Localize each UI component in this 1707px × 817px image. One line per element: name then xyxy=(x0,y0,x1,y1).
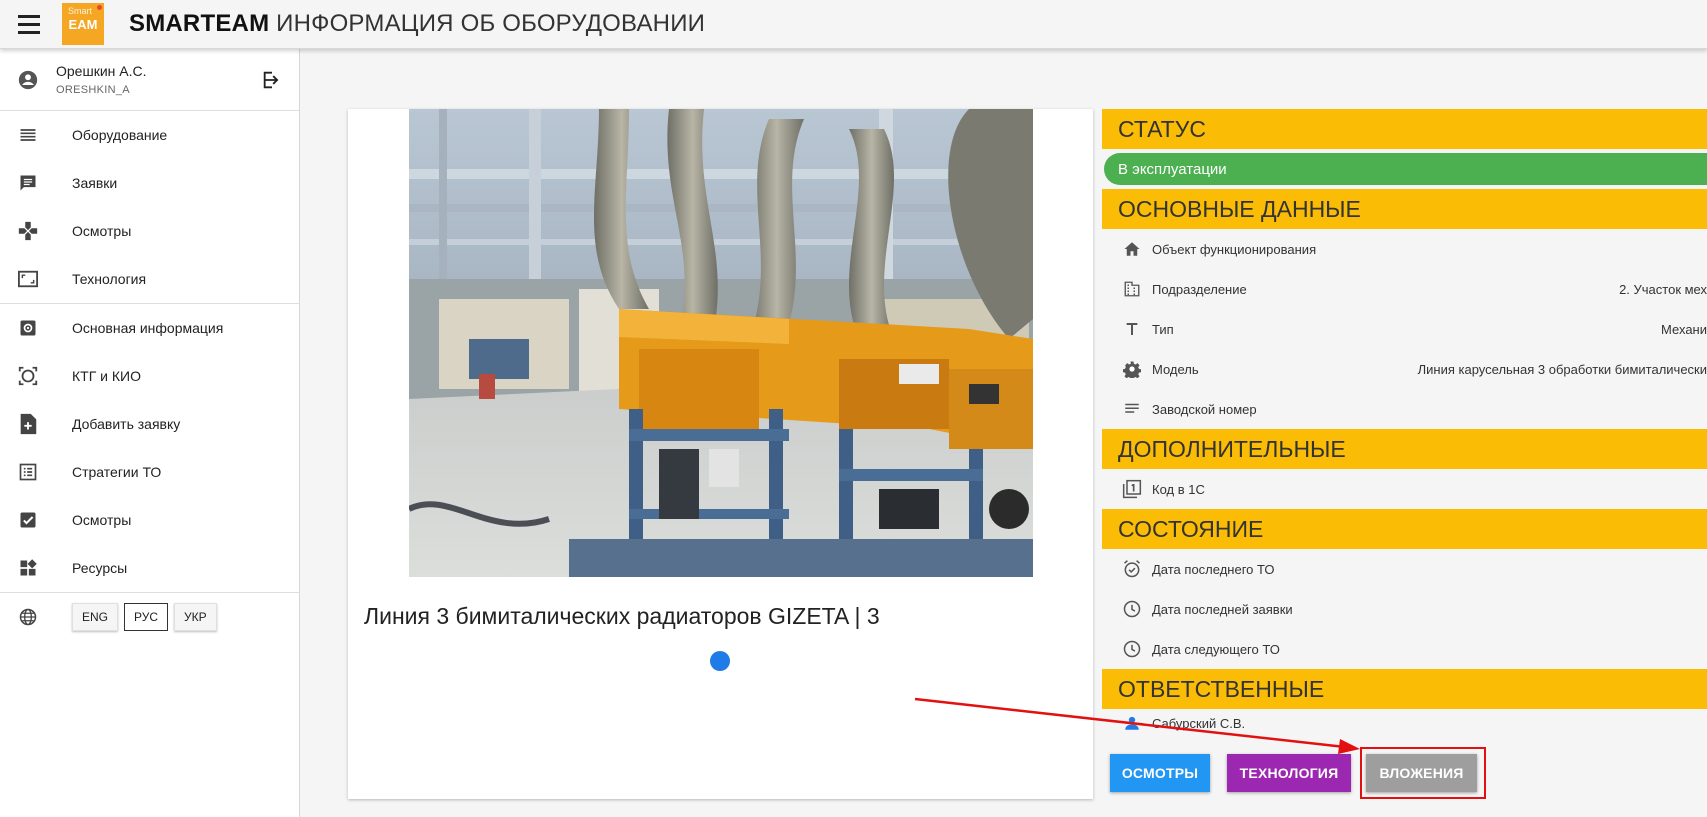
alarm-on-icon xyxy=(1102,559,1152,579)
info-row-next-maintenance: Дата следующего ТО xyxy=(1102,629,1707,669)
sidebar-item-ktg-kio[interactable]: КТГ и КИО xyxy=(0,352,299,400)
account-circle-icon xyxy=(0,69,56,91)
filter-1-icon xyxy=(1102,479,1152,499)
aspect-ratio-icon xyxy=(0,269,56,289)
info-label: Дата следующего ТО xyxy=(1152,641,1280,657)
domain-icon xyxy=(1102,280,1152,298)
logout-icon[interactable] xyxy=(261,69,283,91)
clock-icon xyxy=(1102,599,1152,619)
lang-eng-button[interactable]: ENG xyxy=(72,603,119,631)
info-value: Механи xyxy=(1661,321,1707,337)
info-row-last-maintenance: Дата последнего ТО xyxy=(1102,549,1707,589)
page-title-text: ИНФОРМАЦИЯ ОБ ОБОРУДОВАНИИ xyxy=(276,10,706,37)
sidebar-item-inspections-2[interactable]: Осмотры xyxy=(0,496,299,544)
sidebar-item-label: Ресурсы xyxy=(72,560,128,576)
chat-icon xyxy=(0,173,56,193)
section-header-main: ОСНОВНЫЕ ДАННЫЕ xyxy=(1102,189,1707,229)
page-title: SMARTEAM ИНФОРМАЦИЯ ОБ ОБОРУДОВАНИИ xyxy=(129,10,705,38)
attachments-highlight-box xyxy=(1360,747,1486,799)
details-panel: СТАТУС В эксплуатации ОСНОВНЫЕ ДАННЫЕ Об… xyxy=(1102,109,1707,799)
sidebar-item-label: Заявки xyxy=(72,175,118,191)
sidebar: Орешкин А.С. ORESHKIN_A Оборудование Зая… xyxy=(0,49,300,817)
info-row-responsible: Сабурский С.В. xyxy=(1102,709,1707,737)
info-value: Линия карусельная 3 обработки бимиталиче… xyxy=(1417,361,1707,377)
app-header: Smart EAM SMARTEAM ИНФОРМАЦИЯ ОБ ОБОРУДО… xyxy=(0,0,1707,49)
sidebar-item-label: Технология xyxy=(72,271,147,287)
globe-icon xyxy=(0,607,56,627)
text-icon xyxy=(1102,321,1152,337)
section-header-extra: ДОПОЛНИТЕЛЬНЫЕ xyxy=(1102,429,1707,469)
info-label: Тип xyxy=(1152,321,1174,337)
info-row-model: Модель Линия карусельная 3 обработки бим… xyxy=(1102,349,1707,389)
list-alt-icon xyxy=(0,462,56,482)
sidebar-item-label: КТГ и КИО xyxy=(72,368,141,384)
sidebar-item-requests[interactable]: Заявки xyxy=(0,159,299,207)
brand-name: SMARTEAM xyxy=(129,10,270,37)
sidebar-item-add-request[interactable]: Добавить заявку xyxy=(0,400,299,448)
widgets-icon xyxy=(0,558,56,578)
sidebar-item-main-info[interactable]: Основная информация xyxy=(0,304,299,352)
sidebar-item-label: Стратегии ТО xyxy=(72,464,162,480)
info-label: Модель xyxy=(1152,361,1199,377)
info-row-1c-code: Код в 1С xyxy=(1102,469,1707,509)
info-row-object: Объект функционирования xyxy=(1102,229,1707,269)
info-label: Код в 1С xyxy=(1152,481,1205,497)
lang-ukr-button[interactable]: УКР xyxy=(174,603,217,631)
subject-icon xyxy=(1102,400,1152,418)
sidebar-item-technology[interactable]: Технология xyxy=(0,255,299,303)
menu-icon[interactable] xyxy=(18,6,54,42)
list-icon xyxy=(0,125,56,145)
user-login: ORESHKIN_A xyxy=(56,84,130,96)
info-label: Дата последней заявки xyxy=(1152,601,1293,617)
user-name: Орешкин А.С. xyxy=(56,63,147,79)
sidebar-item-maintenance-strategies[interactable]: Стратегии ТО xyxy=(0,448,299,496)
clock-icon xyxy=(1102,639,1152,659)
info-row-serial: Заводской номер xyxy=(1102,389,1707,429)
sidebar-item-inspections[interactable]: Осмотры xyxy=(0,207,299,255)
settings-icon xyxy=(0,318,56,338)
status-badge: В эксплуатации xyxy=(1104,153,1707,185)
person-icon xyxy=(1102,714,1152,732)
gamepad-icon xyxy=(0,220,56,242)
info-label: Сабурский С.В. xyxy=(1152,715,1246,731)
sidebar-item-label: Основная информация xyxy=(72,320,224,336)
sidebar-item-label: Добавить заявку xyxy=(72,416,181,432)
inspections-button[interactable]: ОСМОТРЫ xyxy=(1110,754,1210,792)
info-row-last-request: Дата последней заявки xyxy=(1102,589,1707,629)
user-block: Орешкин А.С. ORESHKIN_A xyxy=(0,49,299,111)
info-label: Подразделение xyxy=(1152,281,1247,297)
home-icon xyxy=(1102,240,1152,258)
check-box-icon xyxy=(0,510,56,530)
note-add-icon xyxy=(0,413,56,435)
info-label: Заводской номер xyxy=(1152,401,1257,417)
sidebar-item-label: Осмотры xyxy=(72,512,132,528)
gear-icon xyxy=(1102,360,1152,378)
sidebar-item-label: Осмотры xyxy=(72,223,132,239)
technology-button[interactable]: ТЕХНОЛОГИЯ xyxy=(1227,754,1351,792)
equipment-card: Линия 3 бимиталических радиаторов GIZETA… xyxy=(348,109,1093,799)
info-row-department: Подразделение 2. Участок мех xyxy=(1102,269,1707,309)
info-label: Объект функционирования xyxy=(1152,241,1317,257)
info-row-type: Тип Механи xyxy=(1102,309,1707,349)
section-header-responsible: ОТВЕТСТВЕННЫЕ xyxy=(1102,669,1707,709)
sidebar-item-equipment[interactable]: Оборудование xyxy=(0,111,299,159)
info-value: 2. Участок мех xyxy=(1619,281,1707,297)
logo-text: EAM xyxy=(68,16,98,32)
filter-center-icon xyxy=(0,365,56,387)
equipment-photo[interactable] xyxy=(409,109,1033,577)
sidebar-item-label: Оборудование xyxy=(72,127,168,143)
section-header-status: СТАТУС xyxy=(1102,109,1707,149)
logo-dot xyxy=(97,5,102,10)
language-switcher: ENG РУС УКР xyxy=(0,593,299,641)
logo-small-text: Smart xyxy=(68,6,93,16)
section-header-state: СОСТОЯНИЕ xyxy=(1102,509,1707,549)
sidebar-item-resources[interactable]: Ресурсы xyxy=(0,544,299,592)
carousel-indicator[interactable] xyxy=(710,651,730,671)
app-logo: Smart EAM xyxy=(62,3,104,45)
equipment-title: Линия 3 бимиталических радиаторов GIZETA… xyxy=(364,603,880,629)
info-label: Дата последнего ТО xyxy=(1152,561,1275,577)
lang-rus-button[interactable]: РУС xyxy=(124,603,169,631)
